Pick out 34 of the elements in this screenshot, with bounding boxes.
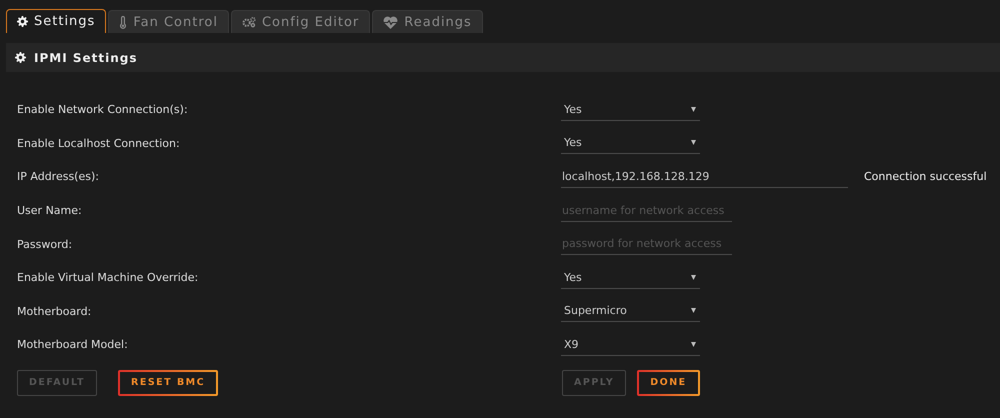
input-field[interactable]: localhost,192.168.128.129 [561,166,848,188]
dropdown[interactable]: Yes [561,98,700,121]
thermometer-icon [119,16,128,28]
tab[interactable]: Fan Control [108,10,229,33]
field-label: User Name: [17,204,83,218]
dropdown[interactable]: Yes [561,266,700,289]
field-label: Password: [17,238,74,251]
input-field[interactable]: username for network access [561,200,732,222]
tab[interactable]: Config Editor [230,10,370,33]
field-label: Enable Localhost Connection: [17,136,181,150]
dropdown[interactable]: X9 [561,334,700,356]
gear-icon [15,52,26,63]
caret-icon [691,308,696,314]
caret-icon [691,274,696,280]
action-button[interactable]: RESET BMC [118,370,218,396]
field-label: Motherboard: [17,304,92,318]
action-button[interactable]: DONE [637,370,700,396]
tab[interactable]: Readings [372,10,483,33]
dropdown[interactable]: Supermicro [561,300,700,322]
caret-icon [691,342,696,347]
status-text: Connection successful [864,170,987,184]
dropdown[interactable]: Yes [561,132,700,154]
tab[interactable]: Settings [6,9,106,33]
gears-icon [242,16,256,28]
caret-icon [691,106,696,112]
heartbeat-icon [383,16,398,28]
panel-title: IPMI Settings [34,50,138,64]
caret-icon [691,140,696,146]
input-field[interactable]: password for network access [561,233,732,256]
gear-icon [17,16,28,27]
field-label: Enable Network Connection(s): [17,103,189,116]
field-label: Motherboard Model: [17,338,129,352]
field-label: Enable Virtual Machine Override: [17,271,200,284]
field-label: IP Address(es): [17,170,100,184]
